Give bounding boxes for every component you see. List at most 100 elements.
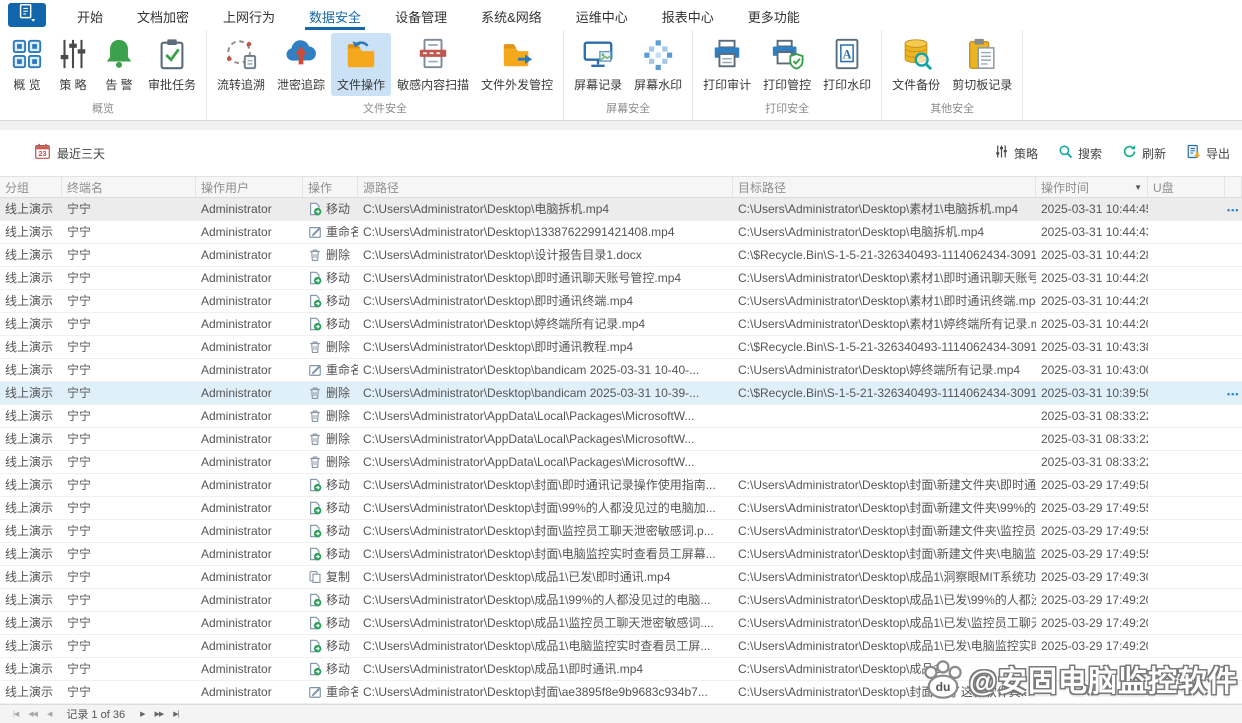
cell-target-path: C:\Users\Administrator\Desktop\封面\新建文件夹\… [738, 501, 1036, 515]
ribbon-item-bell[interactable]: 告 警 [96, 33, 142, 96]
ribbon-item-sliders[interactable]: 策 略 [50, 33, 96, 96]
ribbon-item-leak[interactable]: 泄密追踪 [271, 33, 331, 96]
column-header-2[interactable]: 终端名 [62, 177, 196, 197]
toolbar-button-label: 搜索 [1077, 146, 1102, 161]
table-row-8[interactable]: 线上演示 宁宁 Administrator 重命名 C:\Users\Administr… [0, 359, 1242, 382]
table-row-6[interactable]: 线上演示 宁宁 Administrator 移动 C:\Users\Administra… [0, 313, 1242, 336]
table-row-5[interactable]: 线上演示 宁宁 Administrator 移动 C:\Users\Administra… [0, 290, 1242, 313]
cell-source-path: C:\Users\Administrator\Desktop\成品1\即时通讯.… [363, 662, 644, 676]
column-header-3[interactable]: 操作用户 [196, 177, 303, 197]
pager-prev-button[interactable]: ◀ [47, 710, 52, 718]
table-row-4[interactable]: 线上演示 宁宁 Administrator 移动 C:\Users\Administra… [0, 267, 1242, 290]
cell-target-path: C:\Users\Administrator\Desktop\封面\新建文件夹\… [738, 524, 1036, 538]
ribbon-item-overview[interactable]: 概 览 [4, 33, 50, 96]
table-row-15[interactable]: 线上演示 宁宁 Administrator 移动 C:\Users\Administra… [0, 520, 1242, 543]
tab-2[interactable]: 文档加密 [133, 0, 193, 30]
cell-group: 线上演示 [5, 409, 54, 423]
tab-6[interactable]: 系统&网络 [477, 0, 546, 30]
column-header-7[interactable]: 操作时间 ▼ [1036, 177, 1148, 197]
tab-5[interactable]: 设备管理 [391, 0, 451, 30]
pager-first-button[interactable]: |◀ [13, 710, 19, 718]
column-header-6[interactable]: 目标路径 [733, 177, 1036, 197]
cell-operation: 移动 [303, 474, 358, 496]
table-row-20[interactable]: 线上演示 宁宁 Administrator 移动 C:\Users\Administra… [0, 635, 1242, 658]
table-row-2[interactable]: 线上演示 宁宁 Administrator 重命名 C:\Users\Administr… [0, 221, 1242, 244]
cell-source-path: C:\Users\Administrator\Desktop\封面\即时通讯记录… [363, 478, 716, 492]
table-row-11[interactable]: 线上演示 宁宁 Administrator 删除 C:\Users\Administra… [0, 428, 1242, 451]
cell-usb [1148, 313, 1225, 335]
row-actions-button[interactable]: ••• [1227, 389, 1239, 399]
table-row-21[interactable]: 线上演示 宁宁 Administrator 移动 C:\Users\Administra… [0, 658, 1242, 681]
table-row-19[interactable]: 线上演示 宁宁 Administrator 移动 C:\Users\Administra… [0, 612, 1242, 635]
table-row-3[interactable]: 线上演示 宁宁 Administrator 删除 C:\Users\Administra… [0, 244, 1242, 267]
cell-terminal: 宁宁 [67, 593, 92, 607]
cell-operation: 重命名 [303, 221, 358, 243]
table-row-10[interactable]: 线上演示 宁宁 Administrator 删除 C:\Users\Administra… [0, 405, 1242, 428]
cell-usb [1148, 497, 1225, 519]
table-row-1[interactable]: 线上演示 宁宁 Administrator 移动 C:\Users\Administra… [0, 198, 1242, 221]
policy-button[interactable]: 策略 [994, 144, 1038, 162]
operation-label: 移动 [326, 524, 351, 538]
column-header-4[interactable]: 操作 [303, 177, 358, 197]
search-button[interactable]: 搜索 [1058, 144, 1102, 162]
table-row-14[interactable]: 线上演示 宁宁 Administrator 移动 C:\Users\Administra… [0, 497, 1242, 520]
cell-operation: 重命名 [303, 359, 358, 381]
table-row-16[interactable]: 线上演示 宁宁 Administrator 移动 C:\Users\Administra… [0, 543, 1242, 566]
cell-source-path: C:\Users\Administrator\Desktop\婷终端所有记录.m… [363, 317, 646, 331]
ribbon-item-scan[interactable]: 敏感内容扫描 [391, 33, 475, 96]
ribbon-item-label: 剪切板记录 [952, 78, 1013, 92]
tab-1[interactable]: 开始 [73, 0, 107, 30]
cell-usb [1148, 382, 1225, 404]
tab-9[interactable]: 更多功能 [744, 0, 804, 30]
cell-user: Administrator [201, 340, 272, 354]
ribbon-item-approval[interactable]: 审批任务 [142, 33, 202, 96]
cell-usb [1148, 336, 1225, 358]
pager-next-button[interactable]: ▶ [140, 710, 145, 718]
tab-3[interactable]: 上网行为 [219, 0, 279, 30]
cell-terminal: 宁宁 [67, 478, 92, 492]
table-row-18[interactable]: 线上演示 宁宁 Administrator 移动 C:\Users\Administra… [0, 589, 1242, 612]
ribbon-item-print-watermark[interactable]: A 打印水印 [817, 33, 877, 96]
column-header-5[interactable]: 源路径 [358, 177, 733, 197]
column-header-8[interactable]: U盘 [1148, 177, 1225, 197]
pager-next-page-button[interactable]: ▶▶ [154, 710, 164, 718]
ribbon-item-print-control[interactable]: 打印管控 [757, 33, 817, 96]
app-menu-button[interactable] [8, 3, 46, 27]
toolbar-button-label: 导出 [1205, 146, 1230, 161]
table-row-9[interactable]: 线上演示 宁宁 Administrator 删除 C:\Users\Administra… [0, 382, 1242, 405]
filter-dropdown-icon[interactable]: ▼ [1134, 183, 1142, 192]
cell-more [1225, 405, 1242, 427]
ribbon-item-print-audit[interactable]: 打印审计 [697, 33, 757, 96]
tab-8[interactable]: 报表中心 [658, 0, 718, 30]
table-row-13[interactable]: 线上演示 宁宁 Administrator 移动 C:\Users\Administra… [0, 474, 1242, 497]
pager-last-button[interactable]: ▶| [173, 710, 179, 718]
column-header-label: 操作 [308, 180, 333, 195]
ribbon-item-screen-record[interactable]: 屏幕记录 [568, 33, 628, 96]
date-range-filter[interactable]: 23 最近三天 [34, 143, 105, 163]
pager-prev-page-button[interactable]: ◀◀ [28, 710, 38, 718]
ribbon-item-screen-watermark[interactable]: 屏幕水印 [628, 33, 688, 96]
column-header-1[interactable]: 分组 [0, 177, 62, 197]
backup-icon [899, 37, 933, 71]
tab-7[interactable]: 运维中心 [572, 0, 632, 30]
table-row-12[interactable]: 线上演示 宁宁 Administrator 删除 C:\Users\Administra… [0, 451, 1242, 474]
cell-usb [1148, 612, 1225, 634]
table-row-22[interactable]: 线上演示 宁宁 Administrator 重命名 C:\Users\Administr… [0, 681, 1242, 704]
ribbon-item-backup[interactable]: 文件备份 [886, 33, 946, 96]
refresh-button[interactable]: 刷新 [1122, 144, 1166, 162]
ribbon-item-file-ops[interactable]: 文件操作 [331, 33, 392, 96]
ribbon-item-trace[interactable]: 流转追溯 [211, 33, 271, 96]
ribbon-item-clipboard[interactable]: 剪切板记录 [946, 33, 1018, 96]
toolbar-button-label: 刷新 [1141, 146, 1166, 161]
row-actions-button[interactable]: ••• [1227, 205, 1239, 215]
tab-4[interactable]: 数据安全 [305, 0, 366, 30]
file-operations-window: 开始 文档加密 上网行为 数据安全 设备管理 系统&网络 运维中心 报表中心 更多功能 概 览策… [0, 0, 1242, 723]
cell-user: Administrator [201, 570, 272, 584]
export-button[interactable]: 导出 [1186, 144, 1230, 162]
ribbon-item-label: 告 警 [105, 78, 133, 92]
cell-terminal: 宁宁 [67, 271, 92, 285]
table-row-17[interactable]: 线上演示 宁宁 Administrator 复制 C:\Users\Administra… [0, 566, 1242, 589]
print-control-icon [770, 37, 804, 71]
table-row-7[interactable]: 线上演示 宁宁 Administrator 删除 C:\Users\Administra… [0, 336, 1242, 359]
ribbon-item-outgoing[interactable]: 文件外发管控 [475, 33, 559, 96]
